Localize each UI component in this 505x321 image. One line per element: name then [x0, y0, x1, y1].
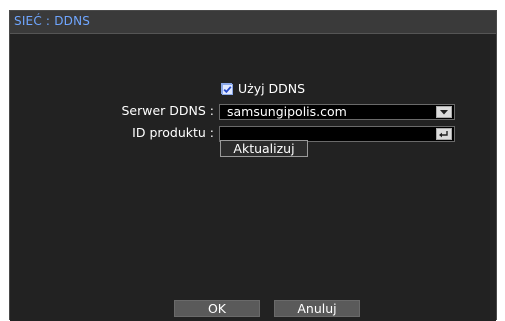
enter-icon[interactable] [436, 128, 452, 140]
ddns-server-value: samsungipolis.com [227, 104, 347, 119]
window-title: SIEĆ : DDNS [14, 14, 91, 28]
ddns-server-select[interactable]: samsungipolis.com [219, 104, 455, 120]
ddns-server-label: Serwer DDNS : [121, 103, 214, 118]
use-ddns-label[interactable]: Użyj DDNS [238, 81, 305, 96]
product-id-label: ID produktu : [132, 125, 214, 140]
cancel-button[interactable]: Anuluj [274, 300, 360, 317]
title-bar: SIEĆ : DDNS [10, 11, 496, 34]
update-button[interactable]: Aktualizuj [220, 140, 308, 157]
use-ddns-checkbox[interactable] [221, 83, 233, 95]
ok-button[interactable]: OK [174, 300, 260, 317]
ddns-dialog: SIEĆ : DDNS Użyj DDNS Serwer DDNS : sams… [9, 10, 497, 321]
chevron-down-icon[interactable] [436, 106, 452, 118]
ddns-panel: Użyj DDNS Serwer DDNS : samsungipolis.co… [10, 34, 496, 321]
check-icon [222, 84, 233, 95]
